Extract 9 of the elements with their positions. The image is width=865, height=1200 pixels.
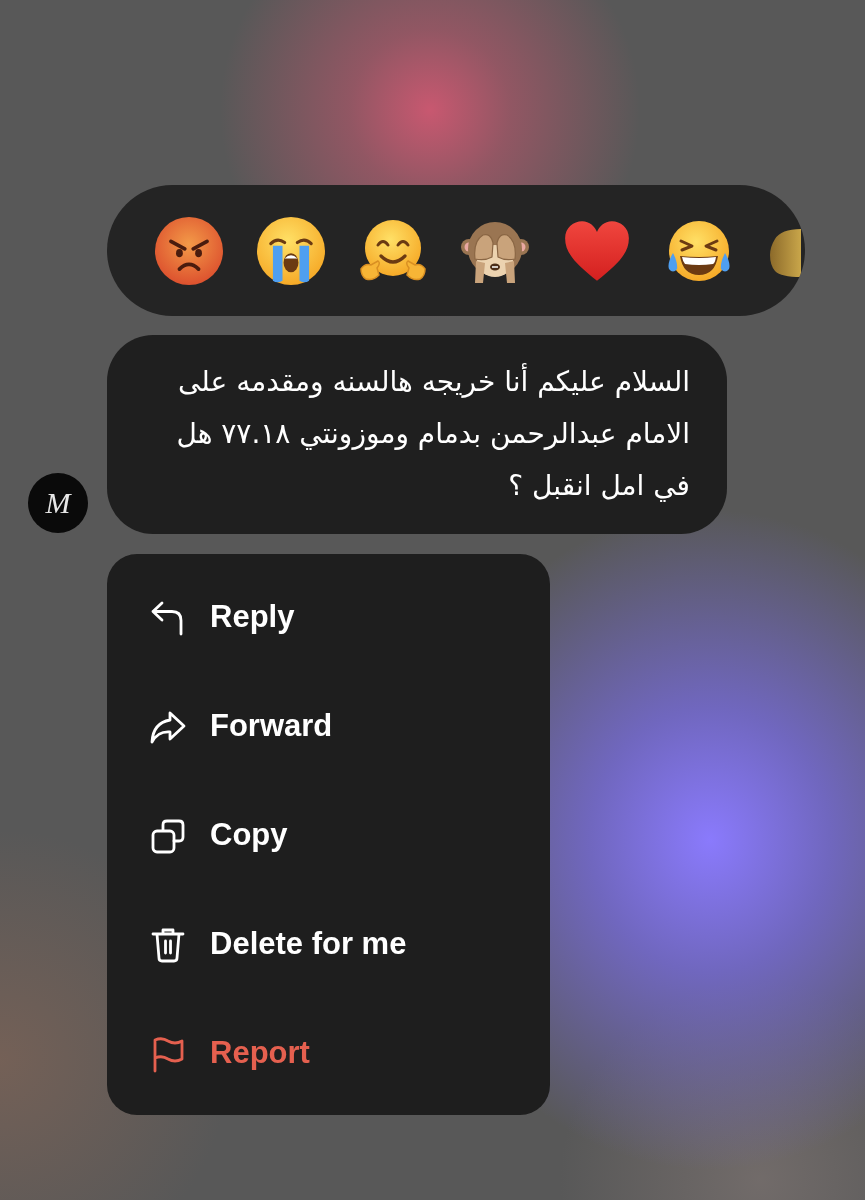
angry-face-icon[interactable] (155, 216, 223, 285)
menu-item[interactable]: Reply (107, 563, 550, 672)
menu-item[interactable]: Report (107, 999, 550, 1108)
message-text: السلام عليكم أنا خريجه هالسنه ومقدمه على الامام عبدالرحمن بدمام وموزونتي ٧٧.١٨ هل في امل انقبل ؟ (175, 362, 690, 504)
avatar-monogram: M (45, 488, 71, 518)
menu-item[interactable]: Delete for me (107, 890, 550, 999)
crying-face-icon[interactable] (257, 216, 325, 285)
menu-item[interactable]: Copy (107, 781, 550, 890)
menu-item[interactable]: Forward (107, 672, 550, 781)
